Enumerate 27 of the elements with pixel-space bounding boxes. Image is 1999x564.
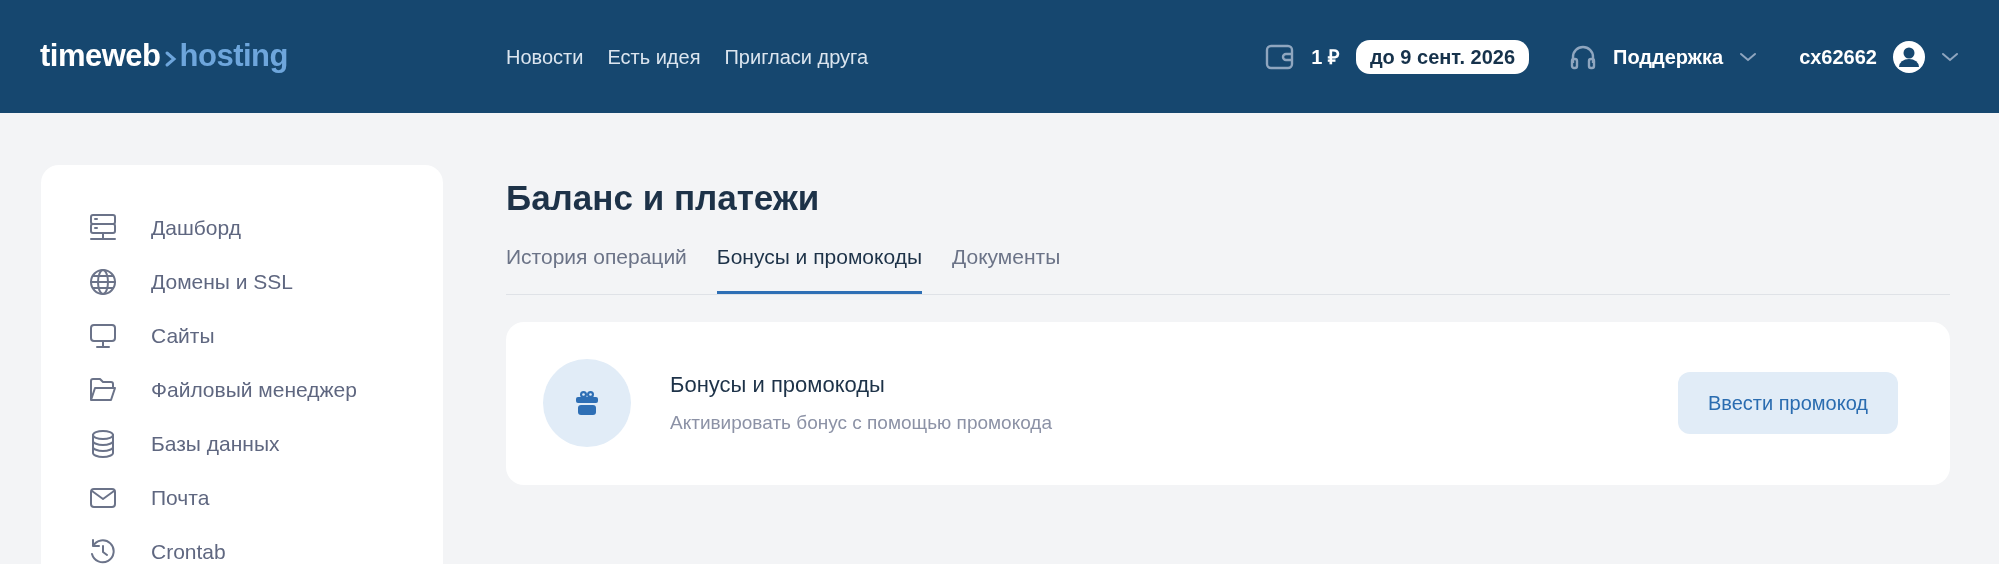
- user-avatar-icon: [1893, 40, 1925, 73]
- paid-until-badge: до 9 сент. 2026: [1355, 39, 1529, 74]
- tab[interactable]: Бонусы и промокоды: [716, 241, 922, 294]
- user-menu[interactable]: cx62662: [1799, 40, 1959, 73]
- sidebar-item[interactable]: Дашборд: [87, 201, 443, 255]
- sidebar-item[interactable]: Файловый менеджер: [87, 363, 443, 417]
- sidebar-item[interactable]: Домены и SSL: [87, 255, 443, 309]
- enter-promo-button[interactable]: Ввести промокод: [1677, 372, 1898, 434]
- card-subtitle: Активировать бонус с помощью промокода: [670, 411, 1052, 436]
- sidebar-item[interactable]: Сайты: [87, 309, 443, 363]
- tab[interactable]: Документы: [952, 241, 1061, 294]
- chevron-down-icon: [1941, 51, 1959, 62]
- nav-link[interactable]: Есть идея: [607, 41, 701, 72]
- chevron-down-icon: [1739, 51, 1758, 62]
- support-menu[interactable]: Поддержка: [1569, 41, 1758, 72]
- wallet-icon: [1265, 42, 1296, 71]
- logo[interactable]: timeweb hosting: [40, 33, 506, 80]
- sidebar-item[interactable]: Почта: [87, 471, 443, 525]
- page-title: Баланс и платежи: [506, 177, 821, 219]
- globe-icon: [87, 266, 119, 298]
- sidebar-item[interactable]: Crontab: [87, 525, 443, 564]
- nav-link[interactable]: Пригласи друга: [724, 41, 869, 72]
- card-title: Бонусы и промокоды: [670, 371, 886, 400]
- nav-link[interactable]: Новости: [506, 41, 584, 72]
- sidebar-item[interactable]: Базы данных: [87, 417, 443, 471]
- balance-amount: 1 ₽: [1311, 44, 1340, 70]
- tab[interactable]: История операций: [506, 241, 687, 294]
